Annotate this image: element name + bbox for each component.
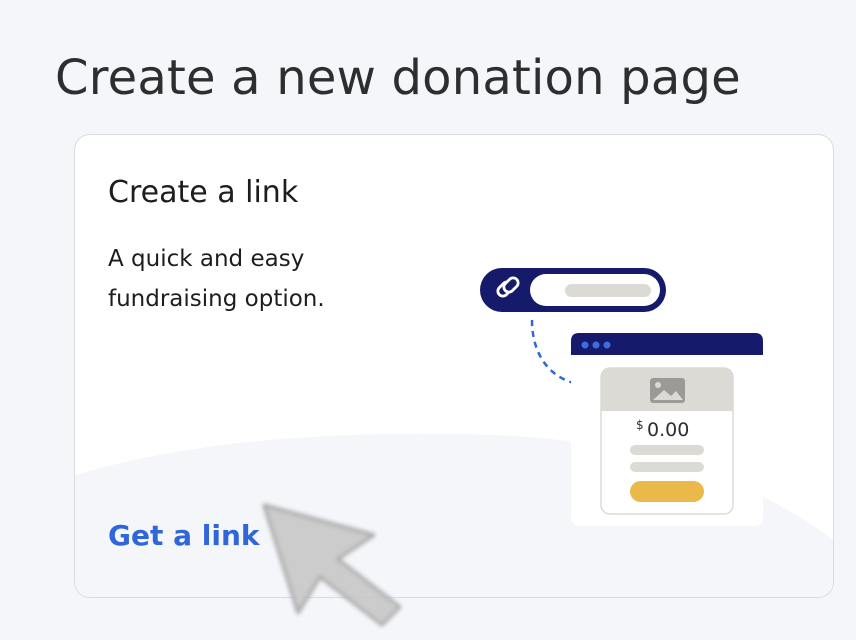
currency-symbol: $	[636, 418, 644, 432]
card-description: A quick and easy fundraising option.	[108, 246, 325, 312]
text-placeholder-line	[630, 462, 704, 472]
create-link-card[interactable]: Create a link A quick and easy fundraisi…	[74, 134, 834, 598]
donate-button-placeholder	[630, 481, 704, 502]
page-title: Create a new donation page	[55, 50, 741, 107]
link-illustration: $ 0.00	[480, 268, 763, 526]
text-placeholder-line	[630, 445, 704, 455]
donation-page: Create a new donation page Create a link…	[0, 0, 856, 640]
image-icon	[650, 378, 685, 403]
amount-value: 0.00	[647, 419, 689, 441]
get-a-link-button[interactable]: Get a link	[108, 519, 260, 552]
card-title: Create a link	[108, 175, 299, 210]
